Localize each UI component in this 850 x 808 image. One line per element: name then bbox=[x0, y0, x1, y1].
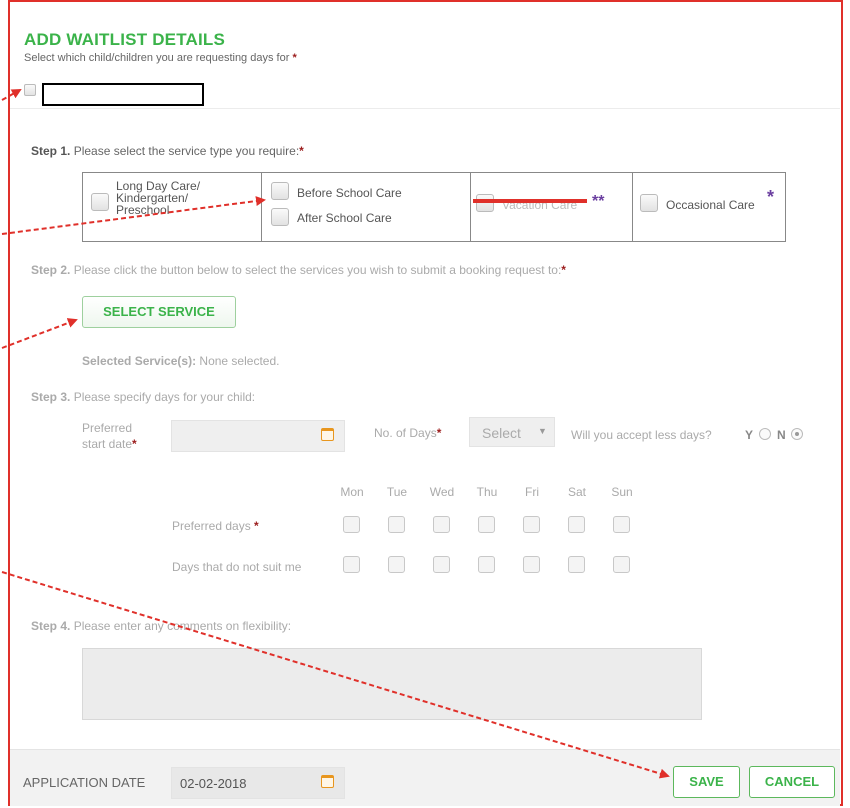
preferred-start-date-label: Preferred start date* bbox=[82, 420, 137, 452]
day-header-sat: Sat bbox=[567, 485, 586, 499]
day-header-tue: Tue bbox=[386, 485, 408, 499]
step4-text: Please enter any comments on flexibility… bbox=[73, 619, 292, 633]
no-of-days-required-mark: * bbox=[436, 426, 442, 440]
selected-services-value: None selected. bbox=[199, 354, 280, 368]
day-header-wed: Wed bbox=[429, 485, 455, 499]
child-name-box bbox=[42, 83, 204, 106]
step2-required-mark: * bbox=[561, 263, 566, 277]
after-school-care-label: After School Care bbox=[297, 211, 392, 225]
child-checkbox[interactable] bbox=[24, 84, 36, 96]
required-mark: * bbox=[292, 52, 297, 64]
step3-label: Step 3. bbox=[31, 390, 71, 404]
application-date-label: APPLICATION DATE bbox=[23, 775, 146, 790]
accept-less-days-label: Will you accept less days? bbox=[571, 428, 712, 442]
long-day-care-checkbox[interactable] bbox=[91, 193, 109, 211]
step4-label: Step 4. bbox=[31, 619, 71, 633]
cancel-button[interactable]: CANCEL bbox=[749, 766, 835, 798]
occasional-care-label: Occasional Care bbox=[666, 198, 755, 212]
preferred-day-checkbox-fri[interactable] bbox=[523, 516, 540, 533]
after-school-care-checkbox[interactable] bbox=[271, 208, 289, 226]
preferred-days-required-mark: * bbox=[254, 519, 259, 533]
unsuitable-day-checkbox-thu[interactable] bbox=[478, 556, 495, 573]
preferred-day-checkbox-sat[interactable] bbox=[568, 516, 585, 533]
chevron-down-icon: ▼ bbox=[538, 426, 547, 436]
unsuitable-days-label: Days that do not suit me bbox=[172, 560, 302, 574]
unsuitable-day-checkbox-wed[interactable] bbox=[433, 556, 450, 573]
calendar-icon[interactable] bbox=[321, 428, 334, 441]
preferred-days-label: Preferred days * bbox=[172, 519, 259, 533]
preferred-start-date-input[interactable] bbox=[171, 420, 345, 452]
day-header-fri: Fri bbox=[525, 485, 539, 499]
step2-heading: Step 2. Please click the button below to… bbox=[31, 263, 566, 277]
grid-divider bbox=[261, 173, 262, 241]
accept-less-yes-radio[interactable] bbox=[759, 428, 771, 440]
preferred-day-checkbox-tue[interactable] bbox=[388, 516, 405, 533]
step2-text: Please click the button below to select … bbox=[73, 263, 562, 277]
accept-less-no-radio[interactable] bbox=[791, 428, 803, 440]
start-date-required-mark: * bbox=[132, 437, 137, 451]
step1-text: Please select the service type you requi… bbox=[73, 144, 300, 158]
preferred-days-text: Preferred days bbox=[172, 519, 251, 533]
step1-heading: Step 1. Please select the service type y… bbox=[31, 144, 304, 158]
no-of-days-value: Select bbox=[482, 425, 521, 441]
select-service-button[interactable]: SELECT SERVICE bbox=[82, 296, 236, 328]
step4-heading: Step 4. Please enter any comments on fle… bbox=[31, 619, 291, 633]
occasional-care-mark: * bbox=[767, 187, 775, 207]
application-date-value: 02-02-2018 bbox=[180, 776, 247, 791]
step3-heading: Step 3. Please specify days for your chi… bbox=[31, 390, 255, 404]
long-day-care-label: Long Day Care/ Kindergarten/ Preschool bbox=[116, 179, 201, 217]
step3-text: Please specify days for your child: bbox=[73, 390, 256, 404]
step2-label: Step 2. bbox=[31, 263, 71, 277]
preferred-day-checkbox-wed[interactable] bbox=[433, 516, 450, 533]
strikethrough-annotation bbox=[473, 199, 587, 203]
selected-services: Selected Service(s): None selected. bbox=[82, 354, 279, 368]
comments-textarea[interactable] bbox=[82, 648, 702, 720]
preferred-day-checkbox-thu[interactable] bbox=[478, 516, 495, 533]
grid-divider bbox=[632, 173, 633, 241]
calendar-icon[interactable] bbox=[321, 775, 334, 788]
unsuitable-day-checkbox-fri[interactable] bbox=[523, 556, 540, 573]
child-select-instruction: Select which child/children you are requ… bbox=[24, 52, 297, 64]
child-select-text: Select which child/children you are requ… bbox=[24, 52, 290, 64]
preferred-start-date-text: Preferred start date bbox=[82, 421, 133, 451]
unsuitable-day-checkbox-mon[interactable] bbox=[343, 556, 360, 573]
selected-services-label: Selected Service(s): bbox=[82, 354, 197, 368]
unsuitable-day-checkbox-tue[interactable] bbox=[388, 556, 405, 573]
yes-label: Y bbox=[745, 428, 754, 442]
dialog-title: ADD WAITLIST DETAILS bbox=[24, 30, 226, 49]
day-header-mon: Mon bbox=[340, 485, 364, 499]
no-of-days-select[interactable]: Select ▼ bbox=[469, 417, 555, 447]
no-label: N bbox=[777, 428, 786, 442]
unsuitable-day-checkbox-sat[interactable] bbox=[568, 556, 585, 573]
no-of-days-text: No. of Days bbox=[374, 426, 437, 440]
vacation-care-mark: ** bbox=[592, 193, 605, 210]
before-school-care-checkbox[interactable] bbox=[271, 182, 289, 200]
save-button[interactable]: SAVE bbox=[673, 766, 740, 798]
day-header-sun: Sun bbox=[611, 485, 633, 499]
occasional-care-checkbox[interactable] bbox=[640, 194, 658, 212]
no-of-days-label: No. of Days* bbox=[374, 426, 441, 440]
unsuitable-day-checkbox-sun[interactable] bbox=[613, 556, 630, 573]
vacation-care-checkbox[interactable] bbox=[476, 194, 494, 212]
before-school-care-label: Before School Care bbox=[297, 186, 402, 200]
step1-required-mark: * bbox=[299, 144, 304, 158]
divider bbox=[10, 108, 840, 109]
preferred-day-checkbox-sun[interactable] bbox=[613, 516, 630, 533]
application-date-input[interactable]: 02-02-2018 bbox=[171, 767, 345, 799]
day-header-thu: Thu bbox=[476, 485, 498, 499]
preferred-day-checkbox-mon[interactable] bbox=[343, 516, 360, 533]
grid-divider bbox=[470, 173, 471, 241]
step1-label: Step 1. bbox=[31, 144, 71, 158]
